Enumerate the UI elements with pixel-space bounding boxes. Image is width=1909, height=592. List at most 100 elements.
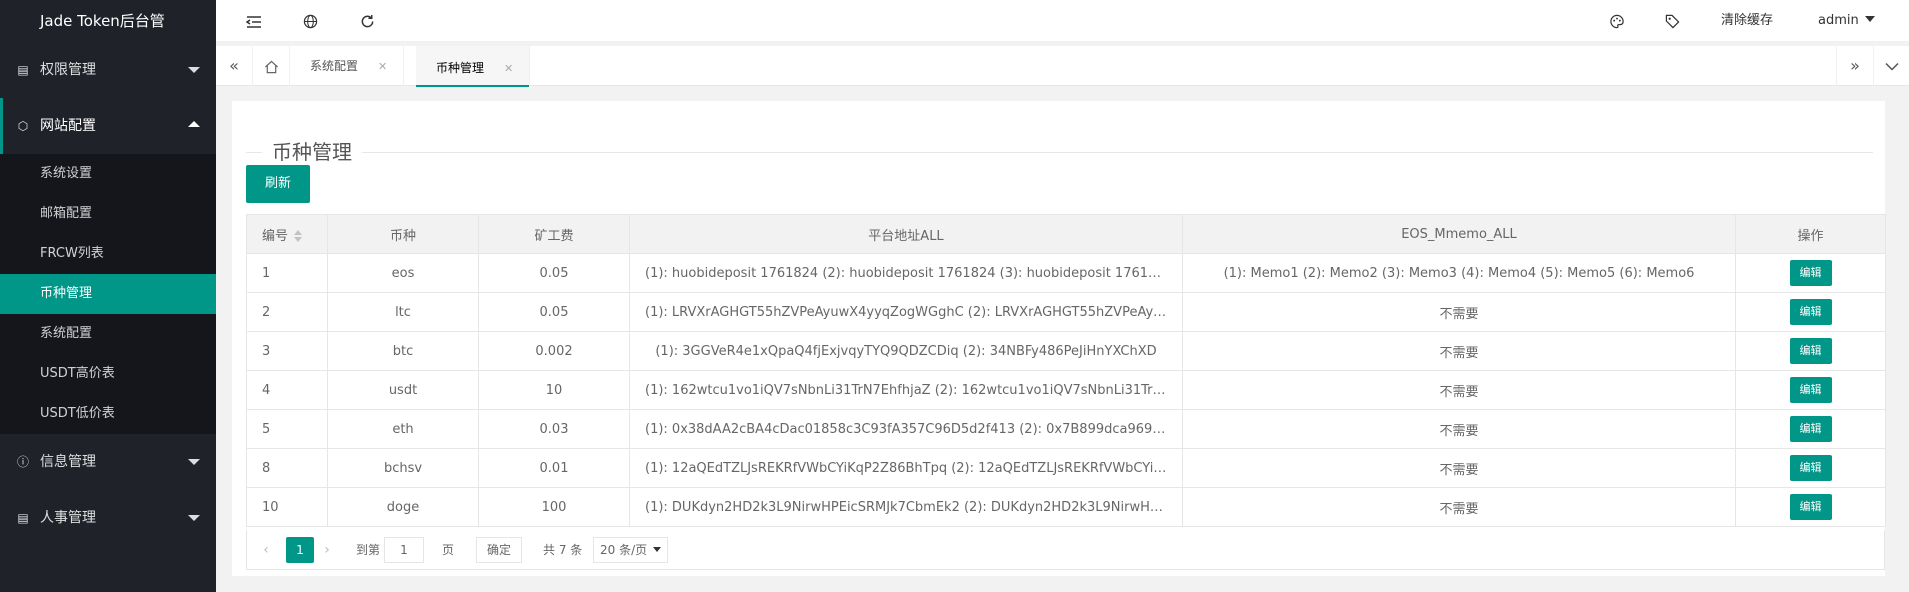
edit-button[interactable]: 编辑 bbox=[1789, 455, 1832, 481]
tag-icon[interactable] bbox=[1657, 0, 1687, 42]
chevron-down-icon bbox=[188, 459, 200, 465]
sidebar-item-coin-management[interactable]: 币种管理 bbox=[0, 274, 216, 314]
cell-memo: 不需要 bbox=[1182, 370, 1736, 410]
home-icon[interactable] bbox=[253, 46, 290, 86]
cell-actions: 编辑 bbox=[1735, 370, 1886, 410]
goto-confirm-button[interactable]: 确定 bbox=[476, 537, 523, 563]
tabs-scroll-left-icon[interactable]: « bbox=[216, 46, 253, 86]
cell-memo: (1): Memo1 (2): Memo2 (3): Memo3 (4): Me… bbox=[1182, 253, 1736, 293]
table-row: 10 doge 100 (1): DUKdyn2HD2k3L9NirwHPEicSRM… bbox=[246, 487, 1886, 527]
column-header-id[interactable]: 编号 bbox=[246, 214, 328, 254]
next-page-icon[interactable]: › bbox=[314, 537, 340, 563]
close-icon[interactable]: ✕ bbox=[504, 62, 513, 75]
tab-system-config[interactable]: 系统配置 ✕ bbox=[290, 46, 405, 86]
prev-page-icon[interactable]: ‹ bbox=[253, 537, 279, 563]
cell-coin: ltc bbox=[327, 292, 479, 332]
cell-fee: 0.002 bbox=[478, 331, 630, 371]
menu-toggle-icon[interactable] bbox=[239, 0, 269, 42]
cell-memo: 不需要 bbox=[1182, 331, 1736, 371]
tab-label: 系统配置 bbox=[310, 59, 359, 73]
table-row: 8 bchsv 0.01 (1): 12aQEdTZLJsREKRfVWbCYiKqP… bbox=[246, 448, 1886, 488]
chevron-down-icon bbox=[188, 515, 200, 521]
sort-icon[interactable] bbox=[294, 230, 303, 242]
page-tabs-bar: « 系统配置 ✕ 币种管理 ✕ » bbox=[216, 46, 1909, 87]
cell-actions: 编辑 bbox=[1735, 292, 1886, 332]
sidebar-item-frcw-list[interactable]: FRCW列表 bbox=[0, 234, 216, 274]
cell-coin: btc bbox=[327, 331, 479, 371]
coin-table: 编号 币种 矿工费 平台地址ALL EOS_Mmemo_ALL 操作 1 eos 0… bbox=[246, 214, 1886, 527]
sidebar-group-hr[interactable]: ▤ 人事管理 bbox=[0, 490, 216, 546]
edit-button[interactable]: 编辑 bbox=[1789, 299, 1832, 325]
cell-fee: 10 bbox=[478, 370, 630, 410]
app-logo-title[interactable]: Jade Token后台管 bbox=[0, 0, 216, 42]
table-row: 4 usdt 10 (1): 162wtcu1vo1iQV7sNbnLi31TrN7E… bbox=[246, 370, 1886, 410]
page-size-select[interactable]: 20 条/页 bbox=[593, 537, 669, 563]
column-header-fee: 矿工费 bbox=[478, 214, 630, 254]
goto-page-input[interactable]: 1 bbox=[384, 537, 424, 563]
sidebar-item-usdt-low-price[interactable]: USDT低价表 bbox=[0, 394, 216, 434]
refresh-button[interactable]: 刷新 bbox=[246, 165, 310, 203]
tab-coin-management[interactable]: 币种管理 ✕ bbox=[416, 46, 531, 87]
cell-actions: 编辑 bbox=[1735, 448, 1886, 488]
cell-id: 8 bbox=[246, 448, 328, 488]
sidebar-group-info[interactable]: ⓘ 信息管理 bbox=[0, 434, 216, 490]
list-icon: ▤ bbox=[17, 63, 29, 77]
sidebar-group-label: 权限管理 bbox=[40, 62, 96, 78]
sidebar-group-site-config[interactable]: ⬡ 网站配置 bbox=[0, 98, 216, 154]
clear-cache-button[interactable]: 清除缓存 bbox=[1721, 0, 1773, 42]
page-current[interactable]: 1 bbox=[286, 537, 314, 563]
cell-memo: 不需要 bbox=[1182, 292, 1736, 332]
cell-fee: 0.03 bbox=[478, 409, 630, 449]
table-row: 1 eos 0.05 (1): huobideposit 1761824 (2): h… bbox=[246, 253, 1886, 293]
table-row: 5 eth 0.03 (1): 0x38dAA2cBA4cDac01858c3C93f… bbox=[246, 409, 1886, 449]
edit-button[interactable]: 编辑 bbox=[1789, 260, 1832, 286]
edit-button[interactable]: 编辑 bbox=[1789, 338, 1832, 364]
globe-icon[interactable] bbox=[295, 0, 325, 42]
page-unit-label: 页 bbox=[442, 543, 455, 557]
sidebar-submenu: 系统设置 邮箱配置 FRCW列表 币种管理 系统配置 USDT高价表 USDT低… bbox=[0, 154, 216, 434]
edit-button[interactable]: 编辑 bbox=[1789, 494, 1832, 520]
cell-id: 10 bbox=[246, 487, 328, 527]
total-count: 共 7 条 bbox=[543, 543, 583, 557]
sidebar-item-system-settings[interactable]: 系统设置 bbox=[0, 154, 216, 194]
sidebar-item-mail-config[interactable]: 邮箱配置 bbox=[0, 194, 216, 234]
chevron-down-icon bbox=[188, 67, 200, 73]
tabs-dropdown-icon[interactable] bbox=[1873, 46, 1909, 86]
info-icon: ⓘ bbox=[16, 455, 29, 469]
sidebar-group-permissions[interactable]: ▤ 权限管理 bbox=[0, 42, 216, 98]
cell-fee: 0.05 bbox=[478, 292, 630, 332]
cell-address: (1): LRVXrAGHGT55hZVPeAyuwX4yyqZogWGghC … bbox=[629, 292, 1183, 332]
caret-down-icon bbox=[1864, 16, 1875, 22]
table-row: 3 btc 0.002 (1): 3GGVeR4e1xQpaQ4fjExjvqyTYQ… bbox=[246, 331, 1886, 371]
refresh-icon[interactable] bbox=[352, 0, 382, 42]
edit-button[interactable]: 编辑 bbox=[1789, 416, 1832, 442]
cell-id: 2 bbox=[246, 292, 328, 332]
tabs-scroll-right-icon[interactable]: » bbox=[1836, 46, 1873, 86]
cell-actions: 编辑 bbox=[1735, 487, 1886, 527]
chevron-up-icon bbox=[188, 121, 200, 127]
cell-fee: 100 bbox=[478, 487, 630, 527]
doc-icon: ▤ bbox=[17, 511, 29, 525]
cell-address: (1): 12aQEdTZLJsREKRfVWbCYiKqP2Z86BhTpq … bbox=[629, 448, 1183, 488]
cell-coin: eth bbox=[327, 409, 479, 449]
cell-fee: 0.05 bbox=[478, 253, 630, 293]
tab-label: 币种管理 bbox=[436, 61, 485, 75]
sidebar-item-system-config[interactable]: 系统配置 bbox=[0, 314, 216, 354]
sidebar-group-label: 人事管理 bbox=[40, 510, 96, 526]
edit-button[interactable]: 编辑 bbox=[1789, 377, 1832, 403]
cell-fee: 0.01 bbox=[478, 448, 630, 488]
cell-memo: 不需要 bbox=[1182, 448, 1736, 488]
sidebar-group-label: 网站配置 bbox=[40, 118, 96, 134]
column-header-address: 平台地址ALL bbox=[629, 214, 1183, 254]
pagination: ‹ 1 › 到第 1 页 确定 共 7 条 20 条/页 bbox=[246, 530, 1885, 570]
cell-address: (1): 3GGVeR4e1xQpaQ4fjExjvqyTYQ9QDZCDiq … bbox=[629, 331, 1183, 371]
cell-coin: eos bbox=[327, 253, 479, 293]
cell-id: 5 bbox=[246, 409, 328, 449]
user-menu[interactable]: admin bbox=[1818, 0, 1875, 42]
column-header-actions: 操作 bbox=[1735, 214, 1886, 254]
cell-memo: 不需要 bbox=[1182, 409, 1736, 449]
theme-palette-icon[interactable] bbox=[1602, 0, 1632, 42]
sidebar-item-usdt-high-price[interactable]: USDT高价表 bbox=[0, 354, 216, 394]
sidebar: Jade Token后台管 ▤ 权限管理 ⬡ 网站配置 系统设置 邮箱配置 FR… bbox=[0, 0, 216, 592]
close-icon[interactable]: ✕ bbox=[378, 60, 387, 73]
